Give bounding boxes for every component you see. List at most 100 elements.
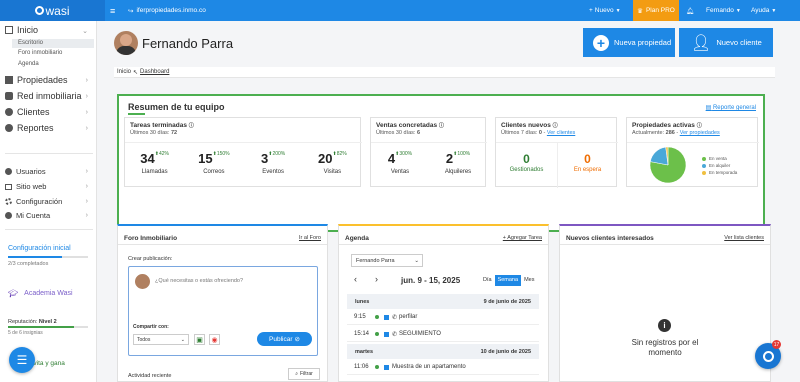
user-dropdown[interactable]: Fernando ▼ <box>706 0 741 21</box>
next-arrow-icon[interactable]: › <box>375 274 378 284</box>
agenda-day-row: lunes 9 de junio de 2025 <box>347 294 539 309</box>
document-icon: ▤ <box>705 105 712 111</box>
stat-label: Ventas <box>390 169 410 175</box>
tab-mes[interactable]: Mes <box>521 275 537 286</box>
nueva-propiedad-button[interactable]: + Nueva propiedad <box>583 28 675 57</box>
nuevo-dropdown[interactable]: + Nuevo ▼ <box>589 0 621 21</box>
stat-label: Llamadas <box>141 169 168 175</box>
record-icon[interactable]: ◉ <box>209 334 220 345</box>
avatar <box>135 274 150 289</box>
stat-item: 34 ⬆42% Llamadas <box>125 151 184 175</box>
tab-dia[interactable]: Día <box>480 275 495 286</box>
sidebar-item-red[interactable]: Red inmobiliaria <box>5 91 82 101</box>
sidebar-divider <box>5 229 93 230</box>
sidebar-item-inicio[interactable]: Inicio <box>5 25 38 35</box>
info-icon[interactable]: ⓘ <box>553 123 558 129</box>
agenda-range: jun. 9 - 15, 2025 <box>401 276 461 285</box>
sidebar-item-configuracion[interactable]: Configuración <box>5 197 62 206</box>
legend-item: En alquiler <box>702 163 737 168</box>
caret-down-icon: ⌄ <box>180 336 185 343</box>
interesados-header: Nuevos clientes interesados Ver lista cl… <box>560 232 770 245</box>
info-icon[interactable]: ⓘ <box>697 123 702 129</box>
divider <box>371 142 487 143</box>
ver-lista-clientes-link[interactable]: Ver lista clientes <box>724 235 764 241</box>
checkbox-checked-icon[interactable] <box>384 331 389 337</box>
filtrar-button[interactable]: ⌕ Filtrar <box>288 368 320 380</box>
share-icon: ↪ <box>128 7 134 15</box>
bell-icon[interactable]: 🔔︎ <box>686 0 694 21</box>
publicar-button[interactable]: Publicar ⊘ <box>257 332 312 346</box>
sidebar-sub-agenda[interactable]: Agenda <box>18 61 39 67</box>
checkbox-checked-icon[interactable] <box>384 364 389 370</box>
tab-semana[interactable]: Semana <box>494 275 522 286</box>
sidebar-sub-foro[interactable]: Foro inmobiliario <box>18 50 62 56</box>
chat-icon <box>762 350 774 362</box>
building-icon <box>5 76 13 84</box>
stat-label: Eventos <box>262 169 284 175</box>
sidebar-item-clientes[interactable]: Clientes <box>5 107 50 117</box>
publicacion-input[interactable]: ¿Qué necesitas o estás ofreciendo? <box>155 278 243 284</box>
reputacion-label: Reputación: Nivel 2 <box>8 319 57 325</box>
checkbox-checked-icon[interactable] <box>384 314 389 320</box>
stat-value: 15 <box>198 151 213 166</box>
wasi-logo[interactable]: wasi <box>0 0 105 21</box>
agenda-user-select[interactable]: Fernando Parra ⌄ <box>351 254 423 267</box>
prev-arrow-icon[interactable]: ‹ <box>354 274 357 284</box>
breadcrumb-home[interactable]: Inicio <box>117 69 131 75</box>
image-icon[interactable]: ▣ <box>194 334 205 345</box>
agenda-header: Agenda + Agregar Tarea <box>339 232 548 245</box>
nuevo-cliente-button[interactable]: 👤︎ Nuevo cliente <box>679 28 773 57</box>
account-icon <box>5 212 12 219</box>
tareas-stats: 34 ⬆42% Llamadas 15 ⬆150% Correos 3 ⬆200% Evento… <box>125 151 362 175</box>
ir-al-foro-link[interactable]: Ir al Foro <box>299 235 321 241</box>
chevron-right-icon: › <box>85 109 88 116</box>
clientes-title: Clientes nuevos ⓘ <box>501 122 558 129</box>
gestionados-stat: 0 Gestionados <box>496 152 557 173</box>
sidebar-item-propiedades[interactable]: Propiedades <box>5 75 68 85</box>
config-inicial-title[interactable]: Configuración inicial <box>8 245 71 252</box>
stat-label: Alquileres <box>444 169 472 175</box>
site-url-link[interactable]: ↪ iferpropiedades.inmo.co <box>128 0 206 21</box>
config-progress-track <box>8 256 88 258</box>
breadcrumb-current[interactable]: Dashboard <box>140 69 169 75</box>
agenda-event-row[interactable]: 11:06 Muestra de un apartamento <box>347 360 539 375</box>
sidebar-item-sitio-web[interactable]: Sitio web <box>5 182 46 191</box>
ver-propiedades-link[interactable]: Ver propiedades <box>680 130 720 136</box>
stat-value: 4 <box>387 151 396 166</box>
sidebar-item-reportes[interactable]: Reportes <box>5 123 54 133</box>
chart-pie-icon <box>5 124 13 132</box>
sidebar-sub-escritorio[interactable]: Escritorio <box>12 39 94 48</box>
tareas-panel: Tareas terminadas ⓘ Últimos 30 días: 72 … <box>124 117 362 187</box>
main-content: Fernando Parra + Nueva propiedad 👤︎ Nuev… <box>105 21 800 382</box>
clientes-panel: Clientes nuevos ⓘ Últimos 7 días: 0 - Ve… <box>495 117 618 188</box>
reporte-general-link[interactable]: ▤ Reporte general <box>706 104 756 111</box>
chevron-down-icon: ⌄ <box>82 28 88 35</box>
sidebar-item-mi-cuenta[interactable]: Mi Cuenta <box>5 211 50 220</box>
sidebar-item-usuarios[interactable]: Usuarios <box>5 167 46 176</box>
ver-clientes-link[interactable]: Ver clientes <box>547 130 575 136</box>
notes-icon[interactable]: ☰ <box>9 347 35 373</box>
reputacion-progress-fill <box>8 326 75 328</box>
empty-message: Sin registros por el momento <box>631 338 699 357</box>
ayuda-dropdown[interactable]: Ayuda ▼ <box>751 0 776 21</box>
clientes-sub: Últimos 7 días: 0 - Ver clientes <box>501 130 576 136</box>
title-underline <box>128 113 145 115</box>
info-icon[interactable]: ⓘ <box>439 123 444 129</box>
compartir-select[interactable]: Todos ⌄ <box>133 334 189 345</box>
stat-trend: ⬆150% <box>212 151 230 157</box>
chat-badge: 17 <box>772 340 781 349</box>
avatar[interactable] <box>114 31 138 55</box>
status-dot-icon <box>375 315 379 319</box>
chevron-right-icon: › <box>85 168 88 175</box>
agregar-tarea-link[interactable]: + Agregar Tarea <box>503 235 542 241</box>
chevron-right-icon: › <box>85 93 88 100</box>
plan-pro-button[interactable]: ♛ Plan PRO <box>633 0 679 21</box>
menu-icon[interactable]: ≡ <box>110 0 115 21</box>
propiedades-sub: Actualmente: 286 - Ver propiedades <box>632 130 720 136</box>
ventas-sub: Últimos 30 días: 6 <box>376 130 421 136</box>
info-icon[interactable]: ⓘ <box>189 123 194 129</box>
logo-ring-icon <box>35 6 45 15</box>
academia-link[interactable]: 🎓︎ Academia Wasi <box>8 289 73 298</box>
agenda-event-row[interactable]: 9:15 ✆ perfilar <box>347 310 539 325</box>
agenda-event-row[interactable]: 15:14 ✆ SEGUIMIENTO <box>347 327 539 342</box>
